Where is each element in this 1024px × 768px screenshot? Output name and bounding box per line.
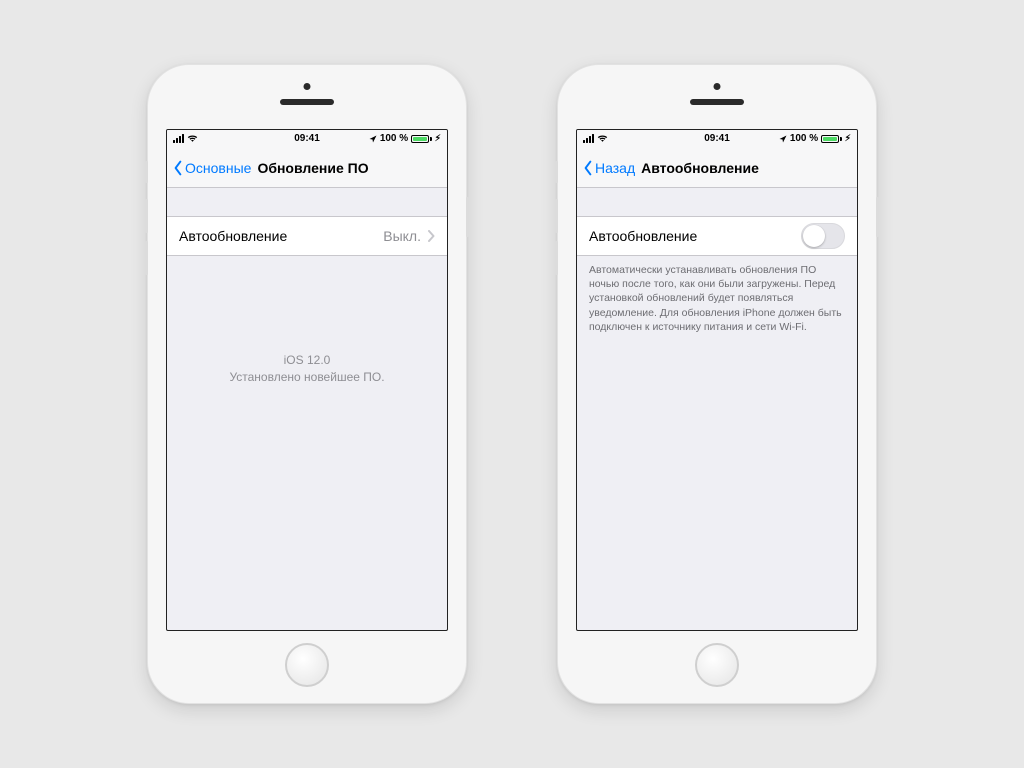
volume-down [555,241,558,275]
status-time: 09:41 [704,133,730,144]
row-label: Автообновление [179,228,383,244]
iphone-mockup-left: 09:41 100 % ⚡︎ Основные Обновлени [147,64,467,704]
front-camera [304,83,311,90]
location-icon [369,135,377,143]
battery-percent: 100 % [790,133,818,144]
volume-up [555,199,558,233]
back-button[interactable]: Назад [583,160,635,176]
home-button[interactable] [695,643,739,687]
cellular-signal-icon [583,134,594,143]
content-area: Автообновление Автоматически устанавлива… [577,188,857,630]
mute-switch [145,161,148,183]
home-button[interactable] [285,643,329,687]
chevron-left-icon [583,160,593,176]
row-auto-update-toggle: Автообновление [577,216,857,256]
battery-percent: 100 % [380,133,408,144]
chevron-left-icon [173,160,183,176]
row-auto-update[interactable]: Автообновление Выкл. [167,216,447,256]
charging-icon: ⚡︎ [435,134,441,143]
wifi-icon [187,134,198,143]
wifi-icon [597,134,608,143]
mute-switch [555,161,558,183]
page-title: Обновление ПО [257,160,368,176]
screen-auto-update: 09:41 100 % ⚡︎ Назад Автообновлен [576,129,858,631]
chevron-right-icon [427,230,435,242]
back-label: Основные [185,160,251,176]
battery-icon [411,135,432,143]
back-label: Назад [595,160,635,176]
location-icon [779,135,787,143]
navigation-bar: Назад Автообновление [577,148,857,188]
ios-version: iOS 12.0 [167,352,447,369]
status-bar: 09:41 100 % ⚡︎ [577,130,857,148]
auto-update-toggle[interactable] [801,223,845,249]
iphone-mockup-right: 09:41 100 % ⚡︎ Назад Автообновлен [557,64,877,704]
toggle-knob [803,225,825,247]
page-title: Автообновление [641,160,759,176]
volume-up [145,199,148,233]
charging-icon: ⚡︎ [845,134,851,143]
content-area: Автообновление Выкл. iOS 12.0 Установлен… [167,188,447,630]
power-button [466,197,469,237]
update-status-text: Установлено новейшее ПО. [167,369,447,386]
row-value: Выкл. [383,228,421,244]
status-time: 09:41 [294,133,320,144]
earpiece [280,99,334,105]
earpiece [690,99,744,105]
power-button [876,197,879,237]
section-footer-text: Автоматически устанавливать обновления П… [577,256,857,334]
status-bar: 09:41 100 % ⚡︎ [167,130,447,148]
update-status: iOS 12.0 Установлено новейшее ПО. [167,352,447,386]
volume-down [145,241,148,275]
back-button[interactable]: Основные [173,160,251,176]
front-camera [714,83,721,90]
cellular-signal-icon [173,134,184,143]
battery-icon [821,135,842,143]
row-label: Автообновление [589,228,801,244]
screen-software-update: 09:41 100 % ⚡︎ Основные Обновлени [166,129,448,631]
navigation-bar: Основные Обновление ПО [167,148,447,188]
